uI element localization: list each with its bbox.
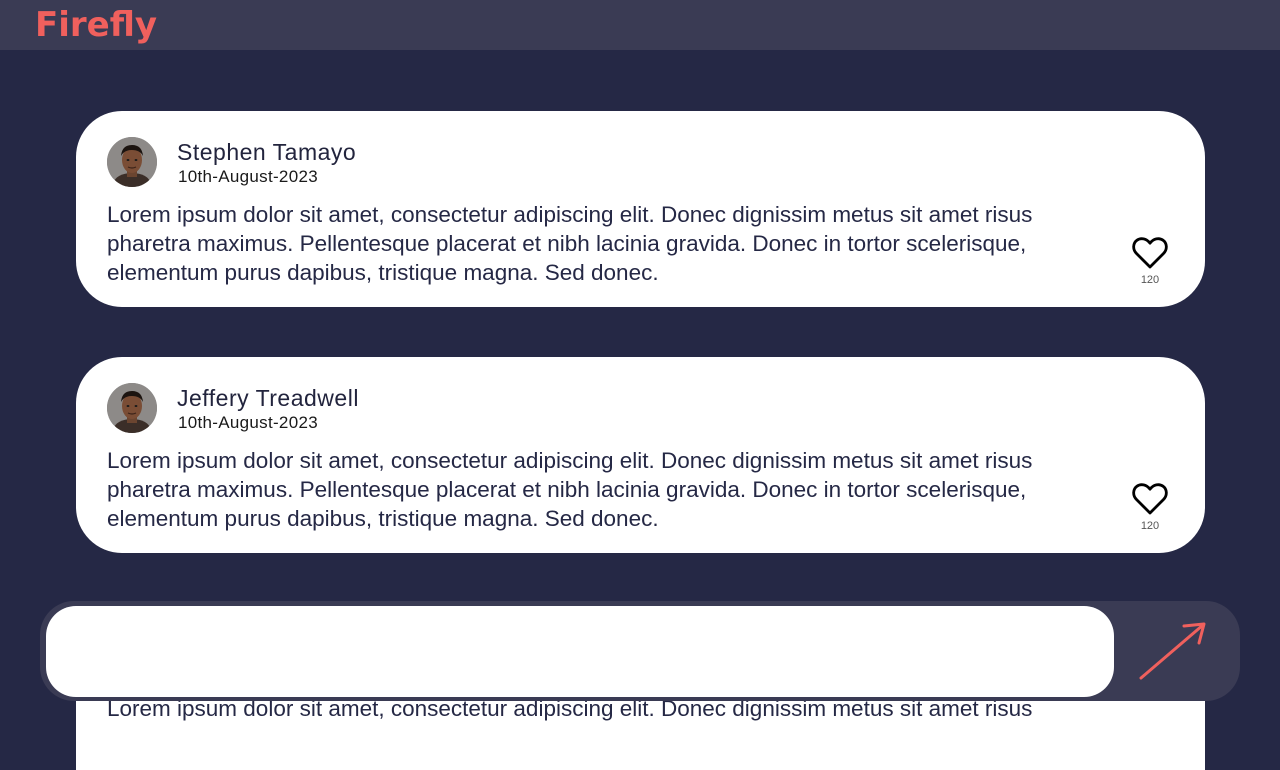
heart-icon [1132,237,1168,269]
post-author[interactable]: Jeffery Treadwell [177,383,359,413]
post-input[interactable] [46,606,1114,697]
post-card: Jeffery Treadwell 10th-August-2023 Lorem… [76,357,1205,553]
post-body: Lorem ipsum dolor sit amet, consectetur … [107,448,1033,531]
avatar[interactable] [107,383,157,433]
send-button[interactable] [1132,617,1212,685]
post-date: 10th-August-2023 [178,413,318,432]
post-card: Stephen Tamayo 10th-August-2023 Lorem ip… [76,111,1205,307]
avatar-image [107,383,157,433]
like-button[interactable] [1131,482,1169,516]
composer-bar [40,601,1240,701]
post-date: 10th-August-2023 [178,167,318,186]
like-count: 120 [1140,274,1160,286]
post-author[interactable]: Stephen Tamayo [177,137,356,167]
heart-icon [1132,483,1168,515]
post-body: Lorem ipsum dolor sit amet, consectetur … [107,202,1033,285]
avatar[interactable] [107,137,157,187]
send-arrow-icon [1139,622,1206,680]
like-count: 120 [1140,520,1160,532]
brand-logo[interactable]: Firefly [35,5,157,45]
top-bar: Firefly [0,0,1280,50]
like-button[interactable] [1131,236,1169,270]
avatar-image [107,137,157,187]
